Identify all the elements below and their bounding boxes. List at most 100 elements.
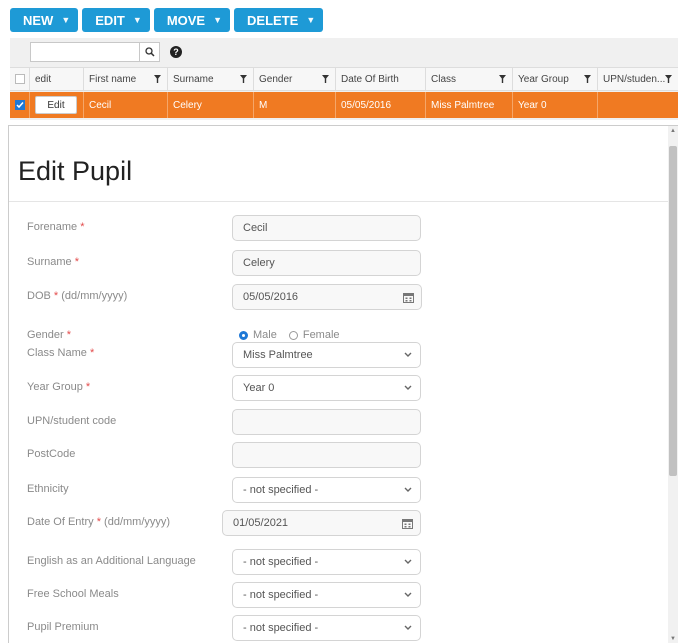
gender-female-option[interactable]: Female xyxy=(288,329,340,341)
filter-icon[interactable] xyxy=(665,75,672,83)
filter-icon[interactable] xyxy=(322,75,329,83)
pupil-premium-label: Pupil Premium xyxy=(27,621,99,633)
eal-select[interactable]: - not specified - xyxy=(232,549,421,575)
move-button-label: MOVE xyxy=(166,12,206,28)
column-header-label: Gender xyxy=(259,73,293,85)
year-group-value: Year 0 xyxy=(243,382,275,394)
filter-icon[interactable] xyxy=(584,75,591,83)
filter-icon[interactable] xyxy=(154,75,161,83)
female-label: Female xyxy=(302,329,340,341)
surname-field[interactable]: Celery xyxy=(232,250,421,276)
year-group-row: Year Group * Year 0 xyxy=(9,375,429,401)
chevron-down-icon xyxy=(404,385,412,390)
forename-field[interactable]: Cecil xyxy=(232,215,421,241)
cell-gender: M xyxy=(254,92,336,118)
male-radio[interactable] xyxy=(239,330,248,340)
filter-icon[interactable] xyxy=(499,75,506,83)
calendar-button[interactable] xyxy=(394,511,420,535)
filter-icon[interactable] xyxy=(240,75,247,83)
chevron-down-icon: ▼ xyxy=(306,15,316,25)
dob-field[interactable]: 05/05/2016 xyxy=(232,284,422,310)
dob-value: 05/05/2016 xyxy=(243,291,299,303)
column-header-label: edit xyxy=(35,73,52,85)
modal-scrollbar[interactable]: ▲ ▼ xyxy=(668,126,678,643)
free-school-meals-value: - not specified - xyxy=(243,589,319,601)
column-header-date-of-birth[interactable]: Date Of Birth xyxy=(336,68,426,90)
cell-surname: Celery xyxy=(168,92,254,118)
upn-field[interactable] xyxy=(232,409,421,435)
column-header-upn[interactable]: UPN/studen... xyxy=(598,68,678,90)
table-row[interactable]: Edit Cecil Celery M 05/05/2016 Miss Palm… xyxy=(10,92,678,118)
ethnicity-label: Ethnicity xyxy=(27,483,69,495)
free-school-meals-select[interactable]: - not specified - xyxy=(232,582,421,608)
help-icon[interactable]: ? xyxy=(170,46,182,58)
free-school-meals-row: Free School Meals - not specified - xyxy=(9,582,429,608)
modal-divider xyxy=(9,201,669,202)
select-all-cell xyxy=(10,68,30,90)
class-name-select[interactable]: Miss Palmtree xyxy=(232,342,421,368)
chevron-down-icon xyxy=(404,625,412,630)
scroll-down-icon[interactable]: ▼ xyxy=(670,636,676,642)
select-all-checkbox[interactable] xyxy=(15,74,25,84)
surname-row: Surname * Celery xyxy=(9,250,429,276)
upn-row: UPN/student code xyxy=(9,409,429,435)
scroll-up-icon[interactable]: ▲ xyxy=(670,128,676,134)
row-edit-cell: Edit xyxy=(30,92,84,118)
column-header-label: First name xyxy=(89,73,137,85)
column-header-first-name[interactable]: First name xyxy=(84,68,168,90)
class-name-label: Class Name * xyxy=(27,347,95,359)
search-button[interactable] xyxy=(140,42,160,62)
postcode-field[interactable] xyxy=(232,442,421,468)
date-of-entry-field[interactable]: 01/05/2021 xyxy=(222,510,421,536)
calendar-icon xyxy=(402,292,414,303)
column-header-gender[interactable]: Gender xyxy=(254,68,336,90)
forename-label: Forename * xyxy=(27,221,85,233)
grid-search: ? xyxy=(30,42,182,62)
row-edit-button[interactable]: Edit xyxy=(35,96,77,114)
class-name-row: Class Name * Miss Palmtree xyxy=(9,342,429,368)
calendar-button[interactable] xyxy=(395,285,421,309)
female-radio[interactable] xyxy=(288,330,298,340)
search-icon xyxy=(144,47,155,57)
column-header-label: UPN/studen... xyxy=(603,73,666,85)
ethnicity-select[interactable]: - not specified - xyxy=(232,477,421,503)
delete-button[interactable]: DELETE ▼ xyxy=(234,8,324,32)
move-button[interactable]: MOVE ▼ xyxy=(153,8,231,32)
column-header-class[interactable]: Class xyxy=(426,68,513,90)
column-header-edit[interactable]: edit xyxy=(30,68,84,90)
ethnicity-row: Ethnicity - not specified - xyxy=(9,477,429,503)
column-header-label: Date Of Birth xyxy=(341,73,399,85)
grid-header: edit First name Surname Gender Date Of B… xyxy=(10,67,678,91)
male-label: Male xyxy=(253,329,277,341)
edit-button[interactable]: EDIT ▼ xyxy=(82,8,150,32)
column-header-label: Class xyxy=(431,73,457,85)
gender-label: Gender * xyxy=(27,329,72,341)
eal-label: English as an Additional Language xyxy=(27,555,196,567)
cell-first-name: Cecil xyxy=(84,92,168,118)
chevron-down-icon xyxy=(404,487,412,492)
pupil-premium-select[interactable]: - not specified - xyxy=(232,615,421,641)
scrollbar-thumb[interactable] xyxy=(669,146,677,476)
edit-pupil-modal: Edit Pupil ▲ ▼ Forename * Cecil Surname … xyxy=(8,125,678,643)
gender-male-option[interactable]: Male xyxy=(239,329,277,341)
date-of-entry-row: Date Of Entry * (dd/mm/yyyy) 01/05/2021 xyxy=(9,510,429,536)
chevron-down-icon xyxy=(404,352,412,357)
postcode-row: PostCode xyxy=(9,442,429,468)
column-header-year-group[interactable]: Year Group xyxy=(513,68,598,90)
eal-value: - not specified - xyxy=(243,556,319,568)
search-input[interactable] xyxy=(30,42,140,62)
cell-upn xyxy=(598,92,678,118)
delete-button-label: DELETE xyxy=(247,12,299,28)
calendar-icon xyxy=(401,518,413,529)
chevron-down-icon: ▼ xyxy=(213,15,223,25)
cell-date-of-birth: 05/05/2016 xyxy=(336,92,426,118)
chevron-down-icon: ▼ xyxy=(132,15,142,25)
year-group-label: Year Group * xyxy=(27,381,91,393)
year-group-select[interactable]: Year 0 xyxy=(232,375,421,401)
dob-label: DOB * (dd/mm/yyyy) xyxy=(27,290,128,302)
gender-row: Gender * Male Female xyxy=(9,327,429,343)
row-checkbox[interactable] xyxy=(15,100,25,110)
new-button[interactable]: NEW ▼ xyxy=(10,8,79,32)
row-select-cell xyxy=(10,92,30,118)
column-header-surname[interactable]: Surname xyxy=(168,68,254,90)
